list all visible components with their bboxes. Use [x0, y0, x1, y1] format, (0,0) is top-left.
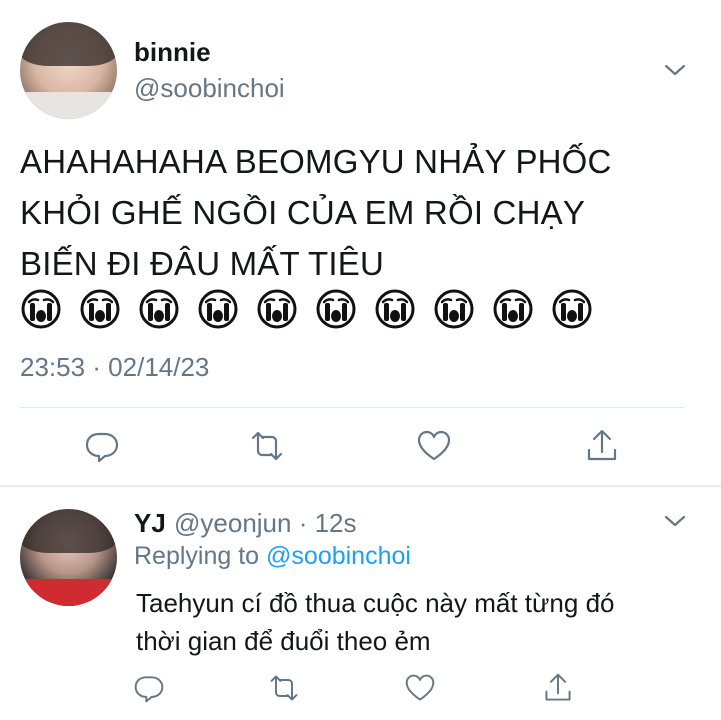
loudly-crying-face-icon	[80, 289, 120, 329]
loudly-crying-face-icon	[434, 289, 474, 329]
loudly-crying-face-icon	[493, 289, 533, 329]
avatar-shirt	[20, 91, 117, 119]
display-name[interactable]: binnie	[134, 37, 211, 68]
reply-text-line: Taehyun cí đồ thua cuộc này mất từng đó	[136, 588, 615, 618]
avatar-shirt	[20, 578, 117, 606]
replying-to-link[interactable]: @soobinchoi	[266, 542, 411, 570]
main-tweet: binnie @soobinchoi AHAHAHAHA BEOMGYU NHẢ…	[0, 0, 721, 485]
user-handle-time[interactable]: @yeonjun · 12s	[174, 508, 357, 539]
avatar[interactable]	[20, 22, 117, 119]
chevron-down-icon[interactable]	[664, 63, 686, 77]
share-icon[interactable]	[584, 428, 620, 464]
tweet-text-line: BIẾN ĐI ĐÂU MẤT TIÊU	[20, 245, 385, 282]
display-name[interactable]: YJ	[134, 508, 166, 539]
loudly-crying-face-icon	[257, 289, 297, 329]
retweet-icon[interactable]	[249, 428, 285, 464]
replying-to: Replying to @soobinchoi	[134, 542, 411, 571]
like-icon[interactable]	[416, 428, 452, 464]
section-divider	[0, 485, 721, 487]
loudly-crying-face-icon	[552, 289, 592, 329]
loudly-crying-face-icon	[375, 289, 415, 329]
loudly-crying-face-icon	[139, 289, 179, 329]
avatar-hair	[20, 509, 117, 553]
reply-icon[interactable]	[133, 672, 165, 704]
replying-prefix: Replying to	[134, 542, 260, 570]
tweet-text-line: KHỎI GHẾ NGỒI CỦA EM RỒI CHẠY	[20, 194, 586, 231]
reply-text: Taehyun cí đồ thua cuộc này mất từng đó …	[136, 584, 696, 660]
avatar[interactable]	[20, 509, 117, 606]
emoji-row	[20, 288, 593, 330]
chevron-down-icon[interactable]	[664, 514, 686, 528]
loudly-crying-face-icon	[316, 289, 356, 329]
avatar-hair	[20, 22, 117, 66]
loudly-crying-face-icon	[198, 289, 238, 329]
user-handle[interactable]: @soobinchoi	[134, 73, 285, 104]
tweet-text-line: AHAHAHAHA BEOMGYU NHẢY PHỐC	[20, 143, 612, 180]
share-icon[interactable]	[542, 672, 574, 704]
like-icon[interactable]	[404, 672, 436, 704]
loudly-crying-face-icon	[21, 289, 61, 329]
tweet-text: AHAHAHAHA BEOMGYU NHẢY PHỐC KHỎI GHẾ NGỒ…	[20, 136, 700, 289]
reply-text-line: thời gian để đuổi theo ẻm	[136, 626, 431, 656]
reply-icon[interactable]	[84, 428, 120, 464]
divider	[20, 407, 684, 408]
retweet-icon[interactable]	[268, 672, 300, 704]
timestamp[interactable]: 23:53 · 02/14/23	[20, 352, 209, 383]
